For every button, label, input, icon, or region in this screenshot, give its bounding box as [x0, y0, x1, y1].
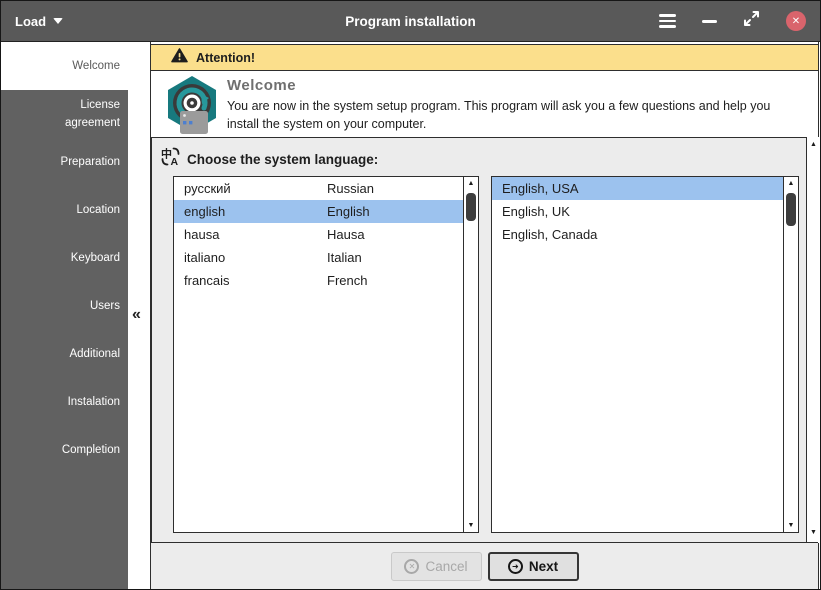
sidebar-step-label: Completion	[62, 441, 120, 459]
language-section: 中 A Choose the system language: русский …	[151, 137, 807, 543]
sidebar-step-label: Instalation	[68, 393, 120, 411]
scroll-down-icon[interactable]: ▼	[784, 522, 798, 529]
installer-window: Load Program installation ✕ Welcome Lice	[0, 0, 821, 590]
sidebar-step-item[interactable]: Completion	[1, 426, 128, 474]
locale-row[interactable]: English, UK	[492, 200, 783, 223]
language-row[interactable]: italiano Italian	[174, 246, 463, 269]
maximize-icon[interactable]	[743, 10, 760, 32]
language-native-name: русский	[184, 181, 327, 196]
sidebar-step-item[interactable]: Instalation	[1, 378, 128, 426]
attention-banner: Attention!	[151, 44, 818, 71]
language-list-scrollbar[interactable]: ▲ ▼	[463, 177, 478, 532]
language-english-name: English	[327, 204, 370, 219]
scroll-up-icon[interactable]: ▲	[464, 180, 478, 187]
locale-list: English, USA English, UK English, Canada…	[491, 176, 799, 533]
sidebar-step-label: Welcome	[72, 57, 120, 75]
next-label: Next	[529, 559, 558, 574]
footer-bar: ✕ Cancel ➜ Next	[151, 542, 818, 589]
hamburger-menu-icon[interactable]	[659, 14, 676, 28]
main-panel: Attention! Welco	[150, 42, 819, 589]
installer-logo-icon	[163, 74, 223, 141]
load-menu-button[interactable]: Load	[1, 1, 77, 41]
welcome-header: Welcome You are now in the system setup …	[151, 71, 805, 137]
scroll-up-icon[interactable]: ▲	[784, 180, 798, 187]
scroll-down-icon[interactable]: ▼	[464, 522, 478, 529]
locale-label: English, Canada	[502, 227, 597, 242]
locale-list-scrollbar[interactable]: ▲ ▼	[783, 177, 798, 532]
sidebar-step-item[interactable]: Location	[1, 186, 128, 234]
sidebar-step-label: License agreement	[29, 96, 120, 133]
language-native-name: francais	[184, 273, 327, 288]
sidebar-step-item[interactable]: Additional	[1, 330, 128, 378]
language-english-name: French	[327, 273, 367, 288]
locale-row[interactable]: English, Canada	[492, 223, 783, 246]
language-english-name: Hausa	[327, 227, 365, 242]
sidebar-step-item[interactable]: Preparation	[1, 138, 128, 186]
svg-text:A: A	[171, 156, 179, 167]
sidebar-step-label: Preparation	[61, 153, 120, 171]
collapse-sidebar-icon[interactable]: «	[132, 306, 141, 324]
sidebar-gutter: «	[128, 42, 150, 589]
language-rows: русский Russian english English hausa Ha…	[174, 177, 463, 532]
cancel-label: Cancel	[425, 559, 467, 574]
language-row[interactable]: francais French	[174, 269, 463, 292]
page-title: Welcome	[227, 77, 795, 94]
warning-icon	[171, 48, 188, 68]
language-row[interactable]: русский Russian	[174, 177, 463, 200]
scrollbar-thumb[interactable]	[786, 193, 796, 226]
cancel-circle-icon: ✕	[404, 559, 419, 574]
next-arrow-icon: ➜	[508, 559, 523, 574]
sidebar-step-label: Additional	[69, 345, 120, 363]
load-menu-label: Load	[15, 14, 46, 29]
title-bar: Load Program installation ✕	[1, 1, 820, 42]
page-description: You are now in the system setup program.…	[227, 97, 795, 133]
sidebar-step-item[interactable]: Welcome	[1, 42, 128, 90]
sidebar-step-label: Location	[77, 201, 120, 219]
language-english-name: Russian	[327, 181, 374, 196]
language-list: русский Russian english English hausa Ha…	[173, 176, 479, 533]
sidebar-step-label: Users	[90, 297, 120, 315]
language-heading: Choose the system language:	[187, 152, 378, 167]
sidebar-step-label: Keyboard	[71, 249, 120, 267]
sidebar-step-item[interactable]: Keyboard	[1, 234, 128, 282]
locale-label: English, USA	[502, 181, 579, 196]
sidebar-step-item[interactable]: Users	[1, 282, 128, 330]
scrollbar-thumb[interactable]	[466, 193, 476, 221]
language-native-name: hausa	[184, 227, 327, 242]
attention-text: Attention!	[196, 51, 255, 65]
language-row[interactable]: english English	[174, 200, 463, 223]
close-icon[interactable]: ✕	[786, 11, 806, 31]
locale-label: English, UK	[502, 204, 570, 219]
locale-row[interactable]: English, USA	[492, 177, 783, 200]
steps-sidebar: Welcome License agreement Preparation Lo…	[1, 42, 128, 589]
language-row[interactable]: hausa Hausa	[174, 223, 463, 246]
language-heading-row: 中 A Choose the system language:	[152, 138, 806, 172]
sidebar-step-item[interactable]: License agreement	[1, 90, 128, 138]
window-controls: ✕	[659, 10, 820, 32]
translate-icon: 中 A	[160, 146, 181, 172]
page-scrollbar[interactable]: ▲ ▼	[807, 137, 820, 543]
locale-rows: English, USA English, UK English, Canada	[492, 177, 783, 532]
language-native-name: english	[184, 204, 327, 219]
caret-down-icon	[53, 18, 63, 24]
scroll-up-icon[interactable]: ▲	[807, 141, 820, 148]
scroll-down-icon[interactable]: ▼	[807, 529, 820, 536]
next-button[interactable]: ➜ Next	[488, 552, 579, 581]
minimize-icon[interactable]	[702, 20, 717, 23]
language-native-name: italiano	[184, 250, 327, 265]
language-english-name: Italian	[327, 250, 362, 265]
cancel-button[interactable]: ✕ Cancel	[391, 552, 482, 581]
window-title: Program installation	[345, 14, 476, 29]
